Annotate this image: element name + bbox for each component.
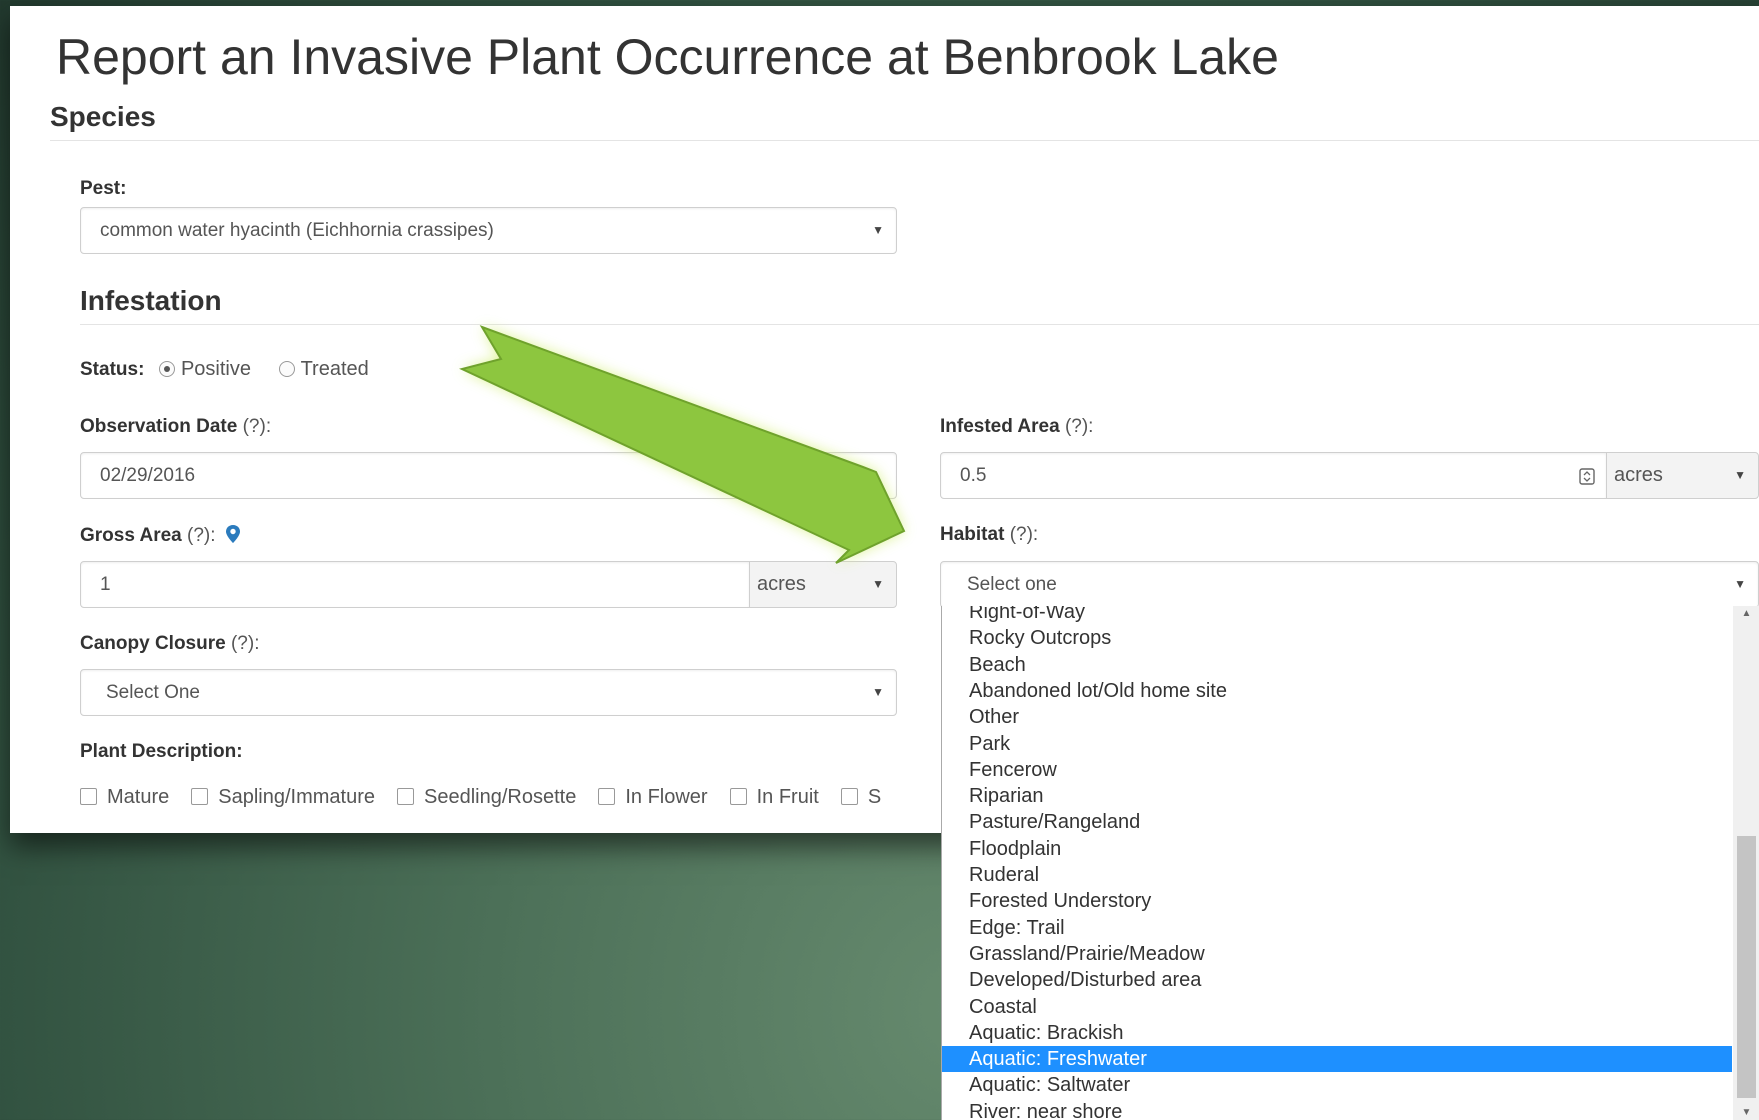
habitat-option[interactable]: Park	[942, 731, 1732, 757]
habitat-option[interactable]: Aquatic: Saltwater	[942, 1072, 1732, 1098]
caret-down-icon: ▼	[872, 223, 884, 237]
plant-description-option[interactable]: Mature	[80, 786, 169, 808]
checkbox-label: In Flower	[625, 786, 708, 808]
habitat-option[interactable]: Fencerow	[942, 757, 1732, 783]
status-radio-group: Status: Positive Treated	[80, 358, 369, 381]
habitat-option[interactable]: Right-of-Way	[942, 606, 1732, 625]
checkbox-label: S	[867, 786, 882, 808]
habitat-option[interactable]: Developed/Disturbed area	[942, 967, 1732, 993]
habitat-option[interactable]: Pasture/Rangeland	[942, 809, 1732, 835]
plant-description-option[interactable]: Seedling/Rosette	[397, 786, 576, 808]
species-divider	[50, 140, 1759, 141]
checkbox[interactable]	[191, 788, 209, 805]
checkbox-label: In Fruit	[756, 786, 819, 808]
gross-area-label: Gross Area (?):	[80, 524, 241, 547]
scrollbar-thumb[interactable]	[1737, 836, 1756, 1098]
infested-area-value: 0.5	[960, 465, 987, 486]
species-heading: Species	[50, 101, 156, 132]
caret-down-icon: ▼	[1734, 577, 1746, 591]
plant-description-option[interactable]: S	[840, 786, 882, 808]
observation-date-label: Observation Date (?):	[80, 416, 272, 437]
habitat-option[interactable]: Ruderal	[942, 862, 1732, 888]
scroll-up-icon[interactable]: ▲	[1733, 608, 1759, 619]
checkbox[interactable]	[397, 788, 414, 805]
infested-area-unit-select[interactable]: acres ▼	[1606, 452, 1759, 499]
checkbox-label: Mature	[107, 786, 170, 808]
observation-date-input[interactable]: 02/29/2016	[80, 452, 897, 499]
page-title: Report an Invasive Plant Occurrence at B…	[56, 29, 1279, 85]
infested-area-input[interactable]: 0.5	[940, 452, 1607, 499]
infestation-divider	[80, 324, 1759, 325]
pest-select[interactable]: common water hyacinth (Eichhornia crassi…	[80, 207, 897, 254]
habitat-option[interactable]: Beach	[942, 652, 1732, 678]
plant-description-option[interactable]: In Fruit	[729, 786, 819, 808]
checkbox[interactable]	[80, 788, 97, 805]
status-treated-label: Treated	[300, 358, 369, 380]
gross-area-unit-select[interactable]: acres ▼	[749, 561, 897, 608]
checkbox[interactable]	[729, 788, 747, 805]
pest-value: common water hyacinth (Eichhornia crassi…	[100, 220, 494, 241]
checkbox-label: Sapling/Immature	[218, 786, 375, 808]
canopy-closure-value: Select One	[106, 682, 200, 703]
habitat-option[interactable]: Abandoned lot/Old home site	[942, 678, 1732, 704]
plant-description-checkboxes: Mature Sapling/Immature Seedling/Rosette In…	[80, 786, 948, 809]
habitat-option[interactable]: Other	[942, 704, 1732, 730]
habitat-option[interactable]: Aquatic: Brackish	[942, 1020, 1732, 1046]
checkbox[interactable]	[840, 788, 858, 805]
status-label: Status:	[80, 359, 145, 380]
map-pin-icon[interactable]	[225, 524, 241, 544]
caret-down-icon: ▼	[872, 577, 884, 591]
plant-description-option[interactable]: Sapling/Immature	[191, 786, 375, 808]
plant-description-label: Plant Description:	[80, 741, 243, 762]
canopy-closure-label: Canopy Closure (?):	[80, 633, 260, 654]
habitat-value: Select one	[967, 574, 1057, 595]
number-spinner-icon[interactable]	[1579, 468, 1595, 485]
plant-description-option[interactable]: In Flower	[598, 786, 708, 808]
habitat-select[interactable]: Select one ▼	[940, 561, 1759, 608]
habitat-option[interactable]: Rocky Outcrops	[942, 625, 1732, 651]
dropdown-scrollbar[interactable]: ▲ ▼	[1733, 606, 1759, 1120]
caret-down-icon: ▼	[872, 685, 884, 699]
habitat-option[interactable]: Floodplain	[942, 836, 1732, 862]
habitat-option[interactable]: Grassland/Prairie/Meadow	[942, 941, 1732, 967]
pest-label: Pest:	[80, 178, 127, 199]
habitat-option[interactable]: Coastal	[942, 994, 1732, 1020]
habitat-option[interactable]: Aquatic: Freshwater	[942, 1046, 1732, 1073]
habitat-option[interactable]: Forested Understory	[942, 888, 1732, 914]
status-positive-label: Positive	[180, 358, 251, 380]
status-positive-radio[interactable]	[158, 361, 175, 377]
checkbox[interactable]	[598, 788, 616, 805]
habitat-option[interactable]: Riparian	[942, 783, 1732, 809]
infested-area-label: Infested Area (?):	[940, 416, 1094, 437]
habitat-label: Habitat (?):	[940, 524, 1039, 545]
status-treated-radio[interactable]	[278, 361, 295, 377]
checkbox-label: Seedling/Rosette	[424, 786, 577, 808]
scroll-down-icon[interactable]: ▼	[1733, 1107, 1759, 1118]
habitat-option[interactable]: River: near shore	[942, 1099, 1732, 1120]
habitat-dropdown-list[interactable]: Right-of-Way Rocky Outcrops Beach Abandoned…	[941, 606, 1759, 1120]
infestation-heading: Infestation	[80, 285, 222, 316]
habitat-option[interactable]: Edge: Trail	[942, 915, 1732, 941]
caret-down-icon: ▼	[1734, 468, 1746, 482]
canopy-closure-select[interactable]: Select One ▼	[80, 669, 897, 716]
gross-area-input[interactable]: 1	[80, 561, 750, 608]
